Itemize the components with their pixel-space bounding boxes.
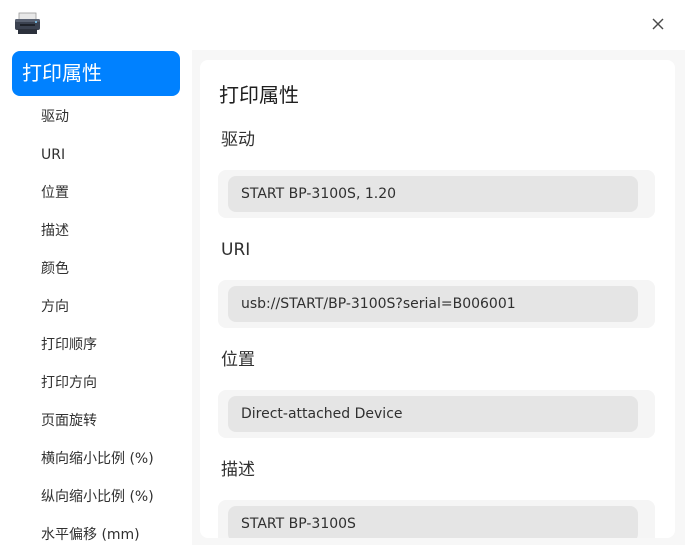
sidebar-item-page-rotation[interactable]: 页面旋转 xyxy=(0,402,192,440)
uri-field-container xyxy=(218,280,655,328)
location-field-container xyxy=(218,390,655,438)
printer-properties-window: 打印属性 驱动 URI 位置 描述 颜色 方向 打印顺序 打印方向 页面旋转 横… xyxy=(0,0,685,545)
description-label: 描述 xyxy=(221,460,255,480)
sidebar-item-print-direction[interactable]: 打印方向 xyxy=(0,364,192,402)
sidebar-item-driver[interactable]: 驱动 xyxy=(0,98,192,136)
driver-field[interactable] xyxy=(228,176,638,212)
sidebar-item-print-order[interactable]: 打印顺序 xyxy=(0,326,192,364)
sidebar-item-print-properties[interactable]: 打印属性 xyxy=(12,51,180,96)
sidebar-item-horizontal-offset[interactable]: 水平偏移 (mm) xyxy=(0,516,192,545)
sidebar-item-orientation[interactable]: 方向 xyxy=(0,288,192,326)
close-button[interactable] xyxy=(646,12,670,36)
page-title: 打印属性 xyxy=(219,83,299,107)
description-field-container xyxy=(218,500,655,538)
uri-field[interactable] xyxy=(228,286,638,322)
sidebar-item-horizontal-scale[interactable]: 横向缩小比例 (%) xyxy=(0,440,192,478)
uri-label: URI xyxy=(221,240,251,260)
description-field[interactable] xyxy=(228,506,638,538)
properties-panel[interactable]: 打印属性 驱动 URI 位置 描述 xyxy=(200,60,675,538)
sidebar-item-location[interactable]: 位置 xyxy=(0,174,192,212)
sidebar: 打印属性 驱动 URI 位置 描述 颜色 方向 打印顺序 打印方向 页面旋转 横… xyxy=(0,50,192,545)
close-icon xyxy=(652,18,664,30)
location-label: 位置 xyxy=(221,350,255,370)
titlebar xyxy=(0,0,685,50)
sidebar-item-uri[interactable]: URI xyxy=(0,136,192,174)
sidebar-item-description[interactable]: 描述 xyxy=(0,212,192,250)
sidebar-list: 驱动 URI 位置 描述 颜色 方向 打印顺序 打印方向 页面旋转 横向缩小比例… xyxy=(0,98,192,545)
location-field[interactable] xyxy=(228,396,638,432)
sidebar-item-color[interactable]: 颜色 xyxy=(0,250,192,288)
printer-icon xyxy=(14,12,41,36)
driver-label: 驱动 xyxy=(221,130,255,150)
driver-field-container xyxy=(218,170,655,218)
sidebar-item-vertical-scale[interactable]: 纵向缩小比例 (%) xyxy=(0,478,192,516)
